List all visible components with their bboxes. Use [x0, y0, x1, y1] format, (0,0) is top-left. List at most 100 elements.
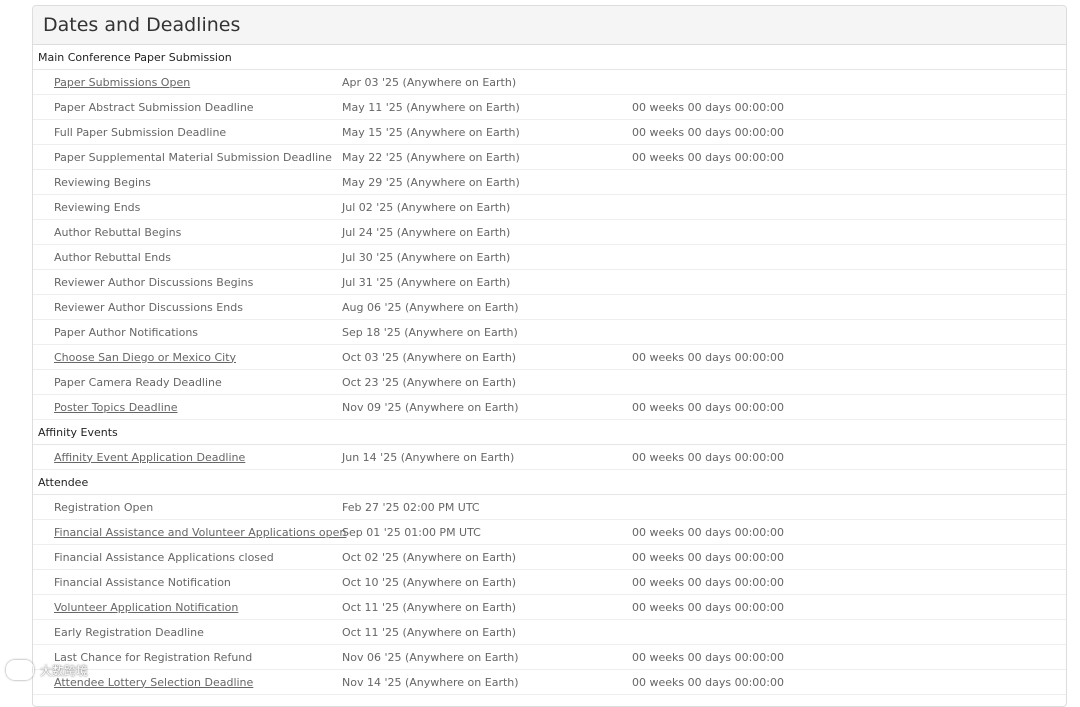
watermark-text: 大数跨境 — [40, 663, 89, 678]
dates-panel: Dates and Deadlines Main Conference Pape… — [32, 5, 1067, 707]
deadline-name: Early Registration Deadline — [54, 625, 204, 639]
table-row: Financial Assistance Notification Oct 10 … — [33, 569, 1066, 595]
deadline-countdown: 00 weeks 00 days 00:00:00 — [628, 519, 1066, 545]
table-row: Author Rebuttal Begins Jul 24 '25 (Anywhe… — [33, 219, 1066, 245]
watermark: 大数跨境 — [6, 660, 88, 680]
table-row: Financial Assistance and Volunteer Appli… — [33, 519, 1066, 545]
deadline-countdown — [628, 294, 1066, 320]
deadline-name: Reviewer Author Discussions Begins — [54, 275, 254, 289]
deadline-countdown — [628, 269, 1066, 295]
deadline-countdown: 00 weeks 00 days 00:00:00 — [628, 644, 1066, 670]
deadline-name-cell: Reviewing Begins — [33, 169, 338, 195]
table-row: Financial Assistance Applications closed… — [33, 544, 1066, 570]
deadline-name-cell: Poster Topics Deadline — [33, 394, 338, 420]
deadline-countdown — [628, 69, 1066, 95]
panel-heading: Dates and Deadlines — [33, 6, 1066, 45]
deadline-name: Registration Open — [54, 500, 154, 514]
deadlines-table-body: Main Conference Paper Submission Paper Su… — [33, 45, 1066, 695]
deadline-date: Oct 03 '25 (Anywhere on Earth) — [338, 344, 628, 370]
section-title: Main Conference Paper Submission — [33, 45, 1066, 70]
table-row: Paper Author Notifications Sep 18 '25 (An… — [33, 319, 1066, 345]
deadline-name-cell: Paper Camera Ready Deadline — [33, 369, 338, 395]
deadline-name: Financial Assistance Applications closed — [54, 550, 274, 564]
panel-title: Dates and Deadlines — [43, 14, 241, 36]
section-title: Attendee — [33, 469, 1066, 495]
table-row: Poster Topics Deadline Nov 09 '25 (Anywhe… — [33, 394, 1066, 420]
deadline-countdown: 00 weeks 00 days 00:00:00 — [628, 394, 1066, 420]
deadline-countdown — [628, 219, 1066, 245]
deadline-countdown: 00 weeks 00 days 00:00:00 — [628, 569, 1066, 595]
deadline-name: Financial Assistance Notification — [54, 575, 231, 589]
deadline-name-link[interactable]: Choose San Diego or Mexico City — [54, 351, 236, 364]
deadline-date: Oct 11 '25 (Anywhere on Earth) — [338, 619, 628, 645]
deadline-name: Full Paper Submission Deadline — [54, 125, 227, 139]
deadline-name-cell: Volunteer Application Notification — [33, 594, 338, 620]
deadline-countdown: 00 weeks 00 days 00:00:00 — [628, 94, 1066, 120]
deadline-date: May 29 '25 (Anywhere on Earth) — [338, 169, 628, 195]
deadline-date: Nov 14 '25 (Anywhere on Earth) — [338, 669, 628, 695]
table-row: Affinity Event Application Deadline Jun 1… — [33, 444, 1066, 470]
table-row: Choose San Diego or Mexico City Oct 03 '2… — [33, 344, 1066, 370]
deadline-date: Jul 31 '25 (Anywhere on Earth) — [338, 269, 628, 295]
table-row: Full Paper Submission Deadline May 15 '25… — [33, 119, 1066, 145]
deadline-name-link[interactable]: Affinity Event Application Deadline — [54, 451, 245, 464]
deadline-name-cell: Financial Assistance Notification — [33, 569, 338, 595]
table-row: Paper Abstract Submission Deadline May 11… — [33, 94, 1066, 120]
deadline-name: Reviewer Author Discussions Ends — [54, 300, 243, 314]
deadline-date: Aug 06 '25 (Anywhere on Earth) — [338, 294, 628, 320]
deadline-name-cell: Paper Author Notifications — [33, 319, 338, 345]
table-row: Registration Open Feb 27 '25 02:00 PM UTC — [33, 494, 1066, 520]
deadline-name-cell: Paper Abstract Submission Deadline — [33, 94, 338, 120]
deadline-name-cell: Early Registration Deadline — [33, 619, 338, 645]
deadline-name-cell: Reviewing Ends — [33, 194, 338, 220]
table-row: Attendee Lottery Selection Deadline Nov 1… — [33, 669, 1066, 695]
deadline-date: Feb 27 '25 02:00 PM UTC — [338, 494, 628, 520]
deadline-name-cell: Choose San Diego or Mexico City — [33, 344, 338, 370]
table-row: Reviewing Ends Jul 02 '25 (Anywhere on Ea… — [33, 194, 1066, 220]
deadline-name-cell: Author Rebuttal Ends — [33, 244, 338, 270]
deadline-name: Author Rebuttal Ends — [54, 250, 171, 264]
deadline-countdown — [628, 319, 1066, 345]
deadline-name-cell: Affinity Event Application Deadline — [33, 444, 338, 470]
table-row: Volunteer Application Notification Oct 11… — [33, 594, 1066, 620]
table-row: Paper Submissions Open Apr 03 '25 (Anywhe… — [33, 69, 1066, 95]
deadline-countdown: 00 weeks 00 days 00:00:00 — [628, 594, 1066, 620]
section-header: Affinity Events — [33, 419, 1066, 445]
deadline-date: Sep 01 '25 01:00 PM UTC — [338, 519, 628, 545]
deadline-date: May 22 '25 (Anywhere on Earth) — [338, 144, 628, 170]
table-row: Paper Supplemental Material Submission D… — [33, 144, 1066, 170]
deadline-name: Reviewing Begins — [54, 175, 151, 189]
deadline-date: Apr 03 '25 (Anywhere on Earth) — [338, 69, 628, 95]
deadline-name-link[interactable]: Paper Submissions Open — [54, 76, 190, 89]
deadline-countdown — [628, 369, 1066, 395]
deadline-date: Oct 23 '25 (Anywhere on Earth) — [338, 369, 628, 395]
deadline-countdown: 00 weeks 00 days 00:00:00 — [628, 119, 1066, 145]
deadline-name-link[interactable]: Financial Assistance and Volunteer Appli… — [54, 526, 346, 539]
deadline-name: Paper Abstract Submission Deadline — [54, 100, 254, 114]
deadline-name: Paper Supplemental Material Submission D… — [54, 150, 332, 164]
deadline-date: Jul 30 '25 (Anywhere on Earth) — [338, 244, 628, 270]
table-row: Last Chance for Registration Refund Nov 0… — [33, 644, 1066, 670]
deadline-countdown — [628, 194, 1066, 220]
deadline-date: Nov 09 '25 (Anywhere on Earth) — [338, 394, 628, 420]
deadline-name-cell: Paper Submissions Open — [33, 69, 338, 95]
table-row: Reviewer Author Discussions Ends Aug 06 '… — [33, 294, 1066, 320]
deadline-countdown — [628, 244, 1066, 270]
deadline-name-link[interactable]: Poster Topics Deadline — [54, 401, 178, 414]
deadline-name-cell: Financial Assistance Applications closed — [33, 544, 338, 570]
deadline-date: Oct 02 '25 (Anywhere on Earth) — [338, 544, 628, 570]
deadline-name-cell: Paper Supplemental Material Submission D… — [33, 144, 338, 170]
deadline-date: Nov 06 '25 (Anywhere on Earth) — [338, 644, 628, 670]
deadline-name: Reviewing Ends — [54, 200, 141, 214]
deadline-date: May 15 '25 (Anywhere on Earth) — [338, 119, 628, 145]
deadline-countdown: 00 weeks 00 days 00:00:00 — [628, 444, 1066, 470]
deadline-name-cell: Reviewer Author Discussions Begins — [33, 269, 338, 295]
deadline-countdown — [628, 169, 1066, 195]
deadline-name-link[interactable]: Volunteer Application Notification — [54, 601, 238, 614]
deadline-name-cell: Financial Assistance and Volunteer Appli… — [33, 519, 346, 545]
table-row: Author Rebuttal Ends Jul 30 '25 (Anywhere… — [33, 244, 1066, 270]
section-title: Affinity Events — [33, 419, 1066, 445]
table-row: Reviewing Begins May 29 '25 (Anywhere on … — [33, 169, 1066, 195]
section-header: Attendee — [33, 469, 1066, 495]
watermark-logo-icon — [6, 660, 34, 680]
